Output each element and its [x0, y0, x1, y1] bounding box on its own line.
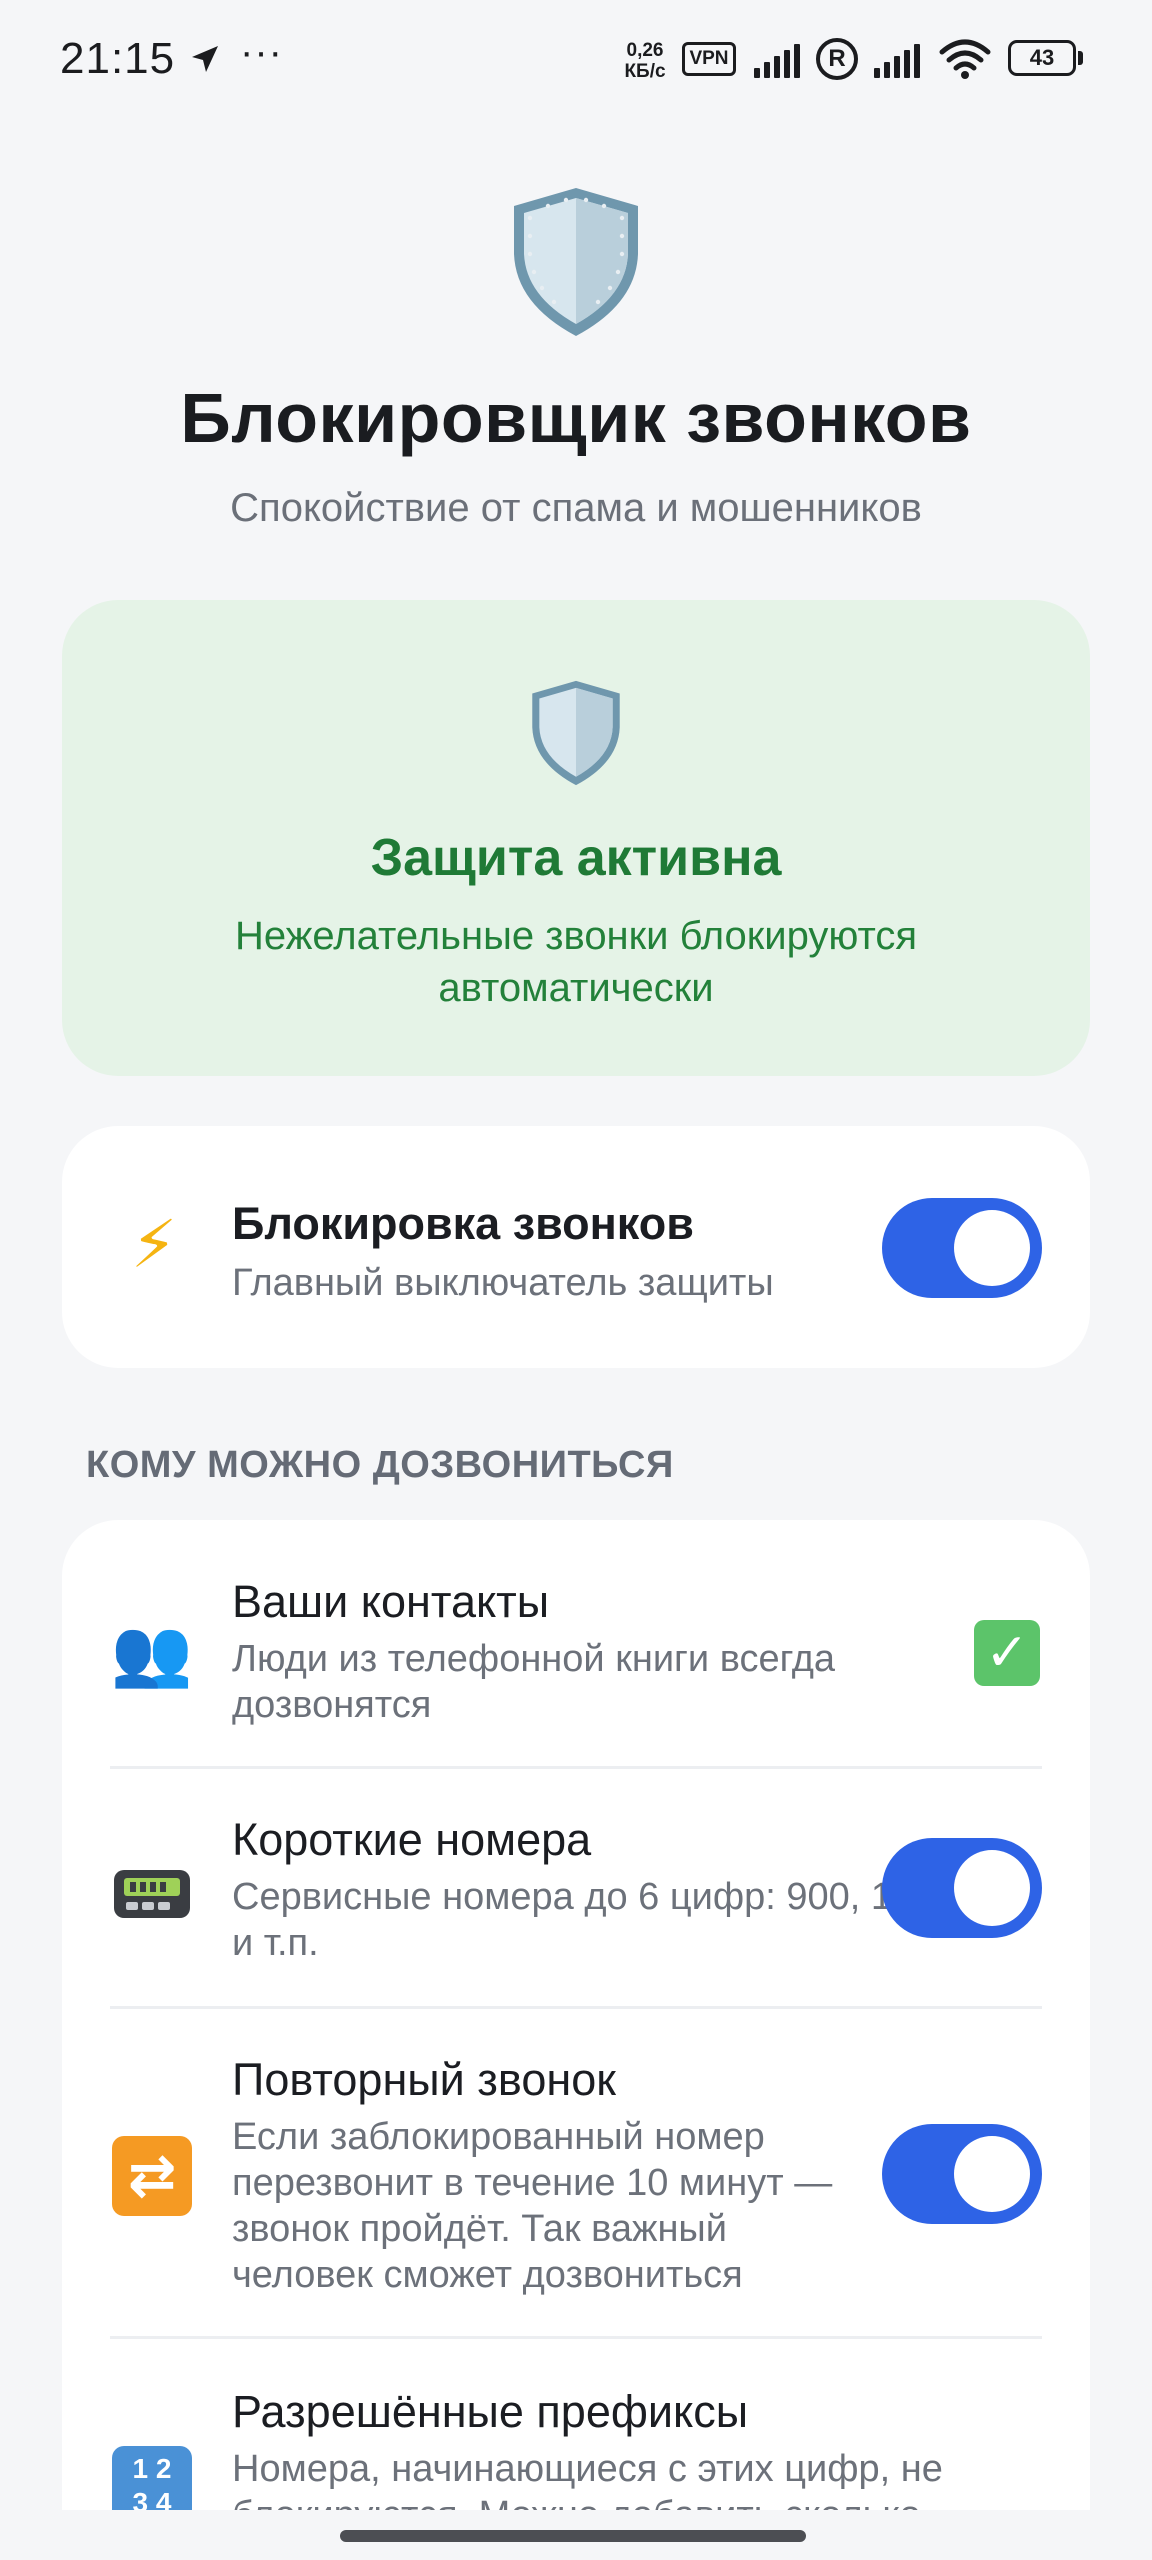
divider	[110, 2006, 1042, 2009]
more-notifications-icon: ···	[240, 30, 283, 74]
allowed-prefixes-title: Разрешённые префиксы	[232, 2386, 749, 2437]
contacts-title: Ваши контакты	[232, 1576, 550, 1627]
lightning-icon: ⚡	[130, 1207, 178, 1281]
divider	[110, 1766, 1042, 1769]
status-bar: 21:15 ··· 0,26 КБ/с VPN R 43	[0, 0, 1152, 120]
allowed-callers-list: 👥 Ваши контакты Люди из телефонной книги…	[62, 1520, 1090, 2560]
toggle-knob	[954, 1850, 1030, 1926]
protection-status-title: Защита активна	[370, 829, 782, 887]
checkmark-icon: ✓	[974, 1620, 1040, 1686]
roaming-icon: R	[816, 38, 858, 80]
network-speed-unit: КБ/с	[624, 61, 666, 82]
gesture-handle[interactable]	[340, 2530, 806, 2542]
call-blocking-title: Блокировка звонков	[232, 1198, 694, 1249]
call-blocker-screen: 21:15 ··· 0,26 КБ/с VPN R 43 Блокировщик…	[0, 0, 1152, 2560]
signal-icon	[754, 44, 800, 78]
repeat-call-description: Если заблокированный номер перезвонит в …	[232, 2116, 833, 2296]
page-title: Блокировщик звонков	[180, 379, 972, 457]
contacts-description: Люди из телефонной книги всегда дозвонят…	[232, 1638, 836, 1726]
network-speed-value: 0,26	[626, 40, 664, 61]
shield-icon	[514, 188, 638, 336]
network-speed: 0,26 КБ/с	[620, 40, 670, 82]
wifi-icon	[939, 39, 991, 79]
section-header-allowed: КОМУ МОЖНО ДОЗВОНИТЬСЯ	[86, 1444, 674, 1486]
status-time: 21:15	[60, 34, 176, 83]
repeat-call-title: Повторный звонок	[232, 2054, 616, 2105]
call-blocking-description: Главный выключатель защиты	[232, 1262, 774, 1304]
people-icon: 👥	[110, 1615, 194, 1689]
protection-status-card: Защита активна Нежелательные звонки блок…	[62, 600, 1090, 1076]
numbers-icon-top: 1 2	[132, 2453, 172, 2484]
short-numbers-description: Сервисные номера до 6 цифр: 900, 112 и т…	[232, 1876, 932, 1964]
battery-level: 43	[1008, 40, 1076, 76]
pager-icon	[114, 1870, 190, 1918]
call-blocking-toggle[interactable]	[882, 1198, 1042, 1298]
toggle-knob	[954, 1210, 1030, 1286]
vpn-badge: VPN	[682, 42, 736, 76]
short-numbers-title: Короткие номера	[232, 1814, 592, 1865]
divider	[110, 2336, 1042, 2339]
protection-status-description: Нежелательные звонки блокируются автомат…	[234, 914, 918, 1010]
call-blocking-card: ⚡ Блокировка звонков Главный выключатель…	[62, 1126, 1090, 1368]
page-subtitle: Спокойствие от спама и мошенников	[230, 486, 922, 530]
battery-icon: 43	[1008, 40, 1083, 76]
repeat-call-toggle[interactable]	[882, 2124, 1042, 2224]
navigation-icon	[192, 46, 218, 72]
repeat-icon: ⇄	[112, 2136, 192, 2216]
shield-icon	[532, 680, 620, 786]
toggle-knob	[954, 2136, 1030, 2212]
battery-tip	[1078, 51, 1083, 65]
signal-icon-sim2	[874, 44, 920, 78]
short-numbers-toggle[interactable]	[882, 1838, 1042, 1938]
